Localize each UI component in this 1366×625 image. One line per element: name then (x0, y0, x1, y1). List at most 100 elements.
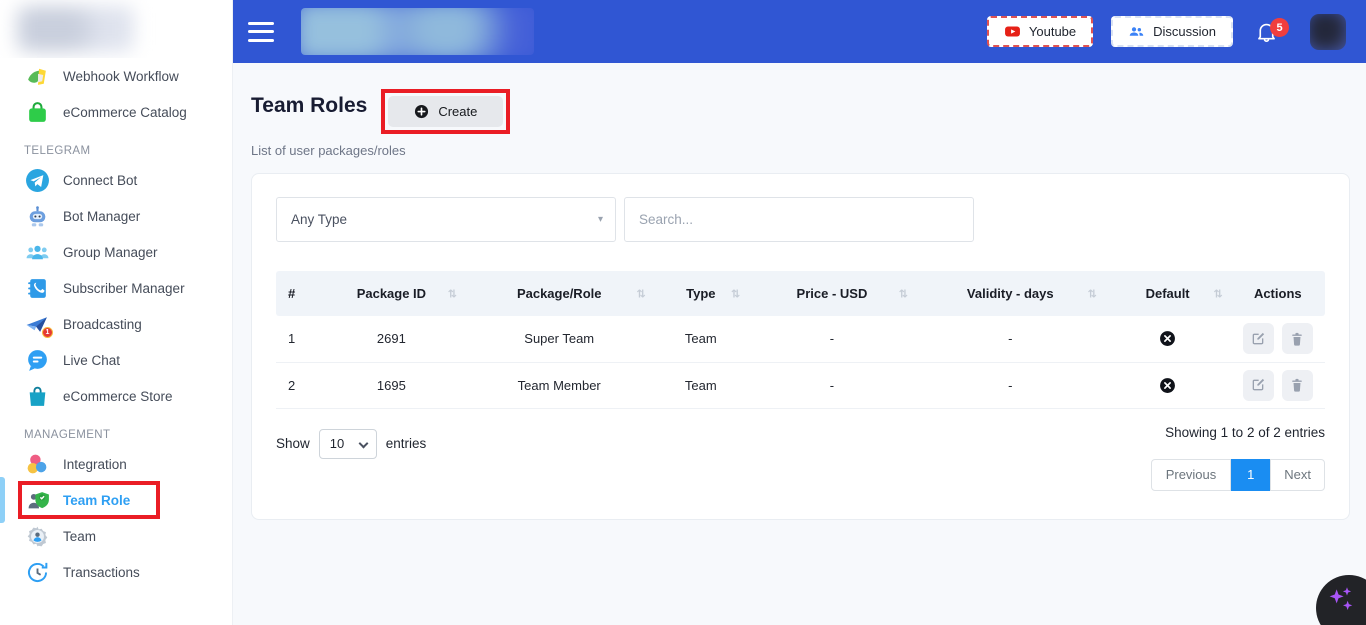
annotation-box-create: Create (381, 89, 510, 134)
cell-package-role: Team Member (465, 362, 654, 408)
youtube-button-label: Youtube (1029, 24, 1076, 39)
sidebar-item-ecommerce-catalog[interactable]: eCommerce Catalog (0, 94, 232, 130)
webhook-workflow-icon (24, 63, 50, 89)
page-size-select[interactable]: 10 (319, 429, 377, 459)
sidebar-item-connect-bot[interactable]: Connect Bot (0, 162, 232, 198)
edit-button[interactable] (1243, 323, 1274, 354)
sidebar-item-label: Integration (63, 457, 127, 472)
sort-icon: ⇅ (1087, 287, 1096, 300)
integration-circles-icon (24, 451, 50, 477)
showing-entries-text: Showing 1 to 2 of 2 entries (1151, 425, 1325, 440)
sparkles-icon (1326, 585, 1356, 615)
sidebar-item-label: Team Role (63, 493, 130, 508)
sidebar-item-label: Bot Manager (63, 209, 140, 224)
sidebar-item-label: Group Manager (63, 245, 158, 260)
chevron-down-icon (358, 438, 368, 448)
topbar-logo (301, 8, 534, 55)
sort-icon: ⇅ (1213, 287, 1222, 300)
sidebar-logo (0, 0, 232, 58)
column-header-default[interactable]: Default⇅ (1105, 271, 1231, 316)
group-people-icon (24, 239, 50, 265)
cell-type: Team (654, 316, 748, 362)
page-size-value: 10 (330, 436, 344, 451)
transactions-history-icon (24, 559, 50, 585)
sidebar-item-bot-manager[interactable]: Bot Manager (0, 198, 232, 234)
cell-index: 1 (276, 316, 318, 362)
team-roles-table: # Package ID⇅ Package/Role⇅ Type⇅ Price … (276, 271, 1325, 409)
table-row: 2 1695 Team Member Team - - (276, 362, 1325, 408)
page-subtitle: List of user packages/roles (251, 143, 1350, 158)
cell-price: - (748, 362, 916, 408)
sort-icon: ⇅ (899, 287, 908, 300)
sidebar-item-label: eCommerce Catalog (63, 105, 187, 120)
active-item-indicator (0, 477, 5, 523)
team-role-shield-icon (25, 487, 51, 513)
search-input[interactable] (624, 197, 974, 242)
user-avatar[interactable] (1310, 14, 1346, 50)
column-header-type[interactable]: Type⇅ (654, 271, 748, 316)
trash-icon (1289, 331, 1305, 347)
annotation-box-team-role: Team Role (18, 481, 160, 519)
chat-bubble-icon (24, 347, 50, 373)
sidebar-item-integration[interactable]: Integration (0, 446, 232, 482)
cell-default (1105, 316, 1231, 362)
type-filter-select[interactable]: Any Type ▾ (276, 197, 616, 242)
sidebar-item-live-chat[interactable]: Live Chat (0, 342, 232, 378)
sidebar-item-team-role[interactable]: Team Role (0, 482, 232, 518)
contact-book-phone-icon (24, 275, 50, 301)
hamburger-menu-icon[interactable] (248, 22, 274, 42)
filters-row: Any Type ▾ (276, 197, 1325, 242)
sidebar-item-transactions[interactable]: Transactions (0, 554, 232, 590)
sidebar-item-subscriber-manager[interactable]: Subscriber Manager (0, 270, 232, 306)
type-filter-value: Any Type (291, 212, 347, 227)
plus-circle-icon (414, 104, 429, 119)
avatar-blurred-image (1310, 14, 1346, 50)
current-page-button[interactable]: 1 (1231, 459, 1270, 491)
sidebar-item-webhook-workflow[interactable]: Webhook Workflow (0, 58, 232, 94)
table-row: 1 2691 Super Team Team - - (276, 316, 1325, 362)
shopping-bag-green-icon (24, 99, 50, 125)
times-circle-icon (1159, 330, 1176, 345)
app-window: Webhook Workflow eCommerce Catalog TELEG… (0, 0, 1366, 625)
column-header-validity[interactable]: Validity - days⇅ (916, 271, 1105, 316)
topbar-logo-blurred-image (301, 8, 534, 55)
edit-icon (1250, 377, 1266, 393)
previous-page-button[interactable]: Previous (1151, 459, 1232, 491)
cell-type: Team (654, 362, 748, 408)
table-footer: Show 10 entries Showing 1 to 2 of 2 entr… (276, 425, 1325, 491)
sidebar-item-group-manager[interactable]: Group Manager (0, 234, 232, 270)
show-label: Show (276, 436, 310, 451)
column-header-price[interactable]: Price - USD⇅ (748, 271, 916, 316)
robot-icon (24, 203, 50, 229)
sidebar-item-ecommerce-store[interactable]: eCommerce Store (0, 378, 232, 414)
column-header-package-role[interactable]: Package/Role⇅ (465, 271, 654, 316)
cell-package-id: 1695 (318, 362, 465, 408)
cell-validity: - (916, 316, 1105, 362)
column-header-package-id[interactable]: Package ID⇅ (318, 271, 465, 316)
youtube-button[interactable]: Youtube (987, 16, 1093, 47)
sort-icon: ⇅ (636, 287, 645, 300)
delete-button[interactable] (1282, 323, 1313, 354)
select-caret-icon: ▾ (598, 214, 603, 225)
next-page-button[interactable]: Next (1270, 459, 1325, 491)
sidebar-item-label: Subscriber Manager (63, 281, 185, 296)
page-title: Team Roles (251, 89, 367, 123)
main-column: Youtube Discussion 5 Team Roles (233, 0, 1366, 625)
sort-icon: ⇅ (448, 287, 457, 300)
sidebar-logo-blurred-image (16, 6, 134, 52)
sidebar: Webhook Workflow eCommerce Catalog TELEG… (0, 0, 233, 625)
times-circle-icon (1159, 376, 1176, 391)
sidebar-item-broadcasting[interactable]: 1 Broadcasting (0, 306, 232, 342)
notification-bell-icon[interactable]: 5 (1255, 20, 1278, 43)
create-button-label: Create (438, 104, 477, 119)
entries-label: entries (386, 436, 427, 451)
edit-button[interactable] (1243, 370, 1274, 401)
sidebar-section-telegram: TELEGRAM (24, 145, 232, 157)
create-button[interactable]: Create (388, 96, 503, 127)
page-content: Team Roles Create List of user packages/… (233, 63, 1366, 625)
page-size-group: Show 10 entries (276, 429, 426, 459)
sidebar-item-team[interactable]: Team (0, 518, 232, 554)
delete-button[interactable] (1282, 370, 1313, 401)
discussion-button[interactable]: Discussion (1111, 16, 1233, 47)
telegram-plane-icon (24, 167, 50, 193)
